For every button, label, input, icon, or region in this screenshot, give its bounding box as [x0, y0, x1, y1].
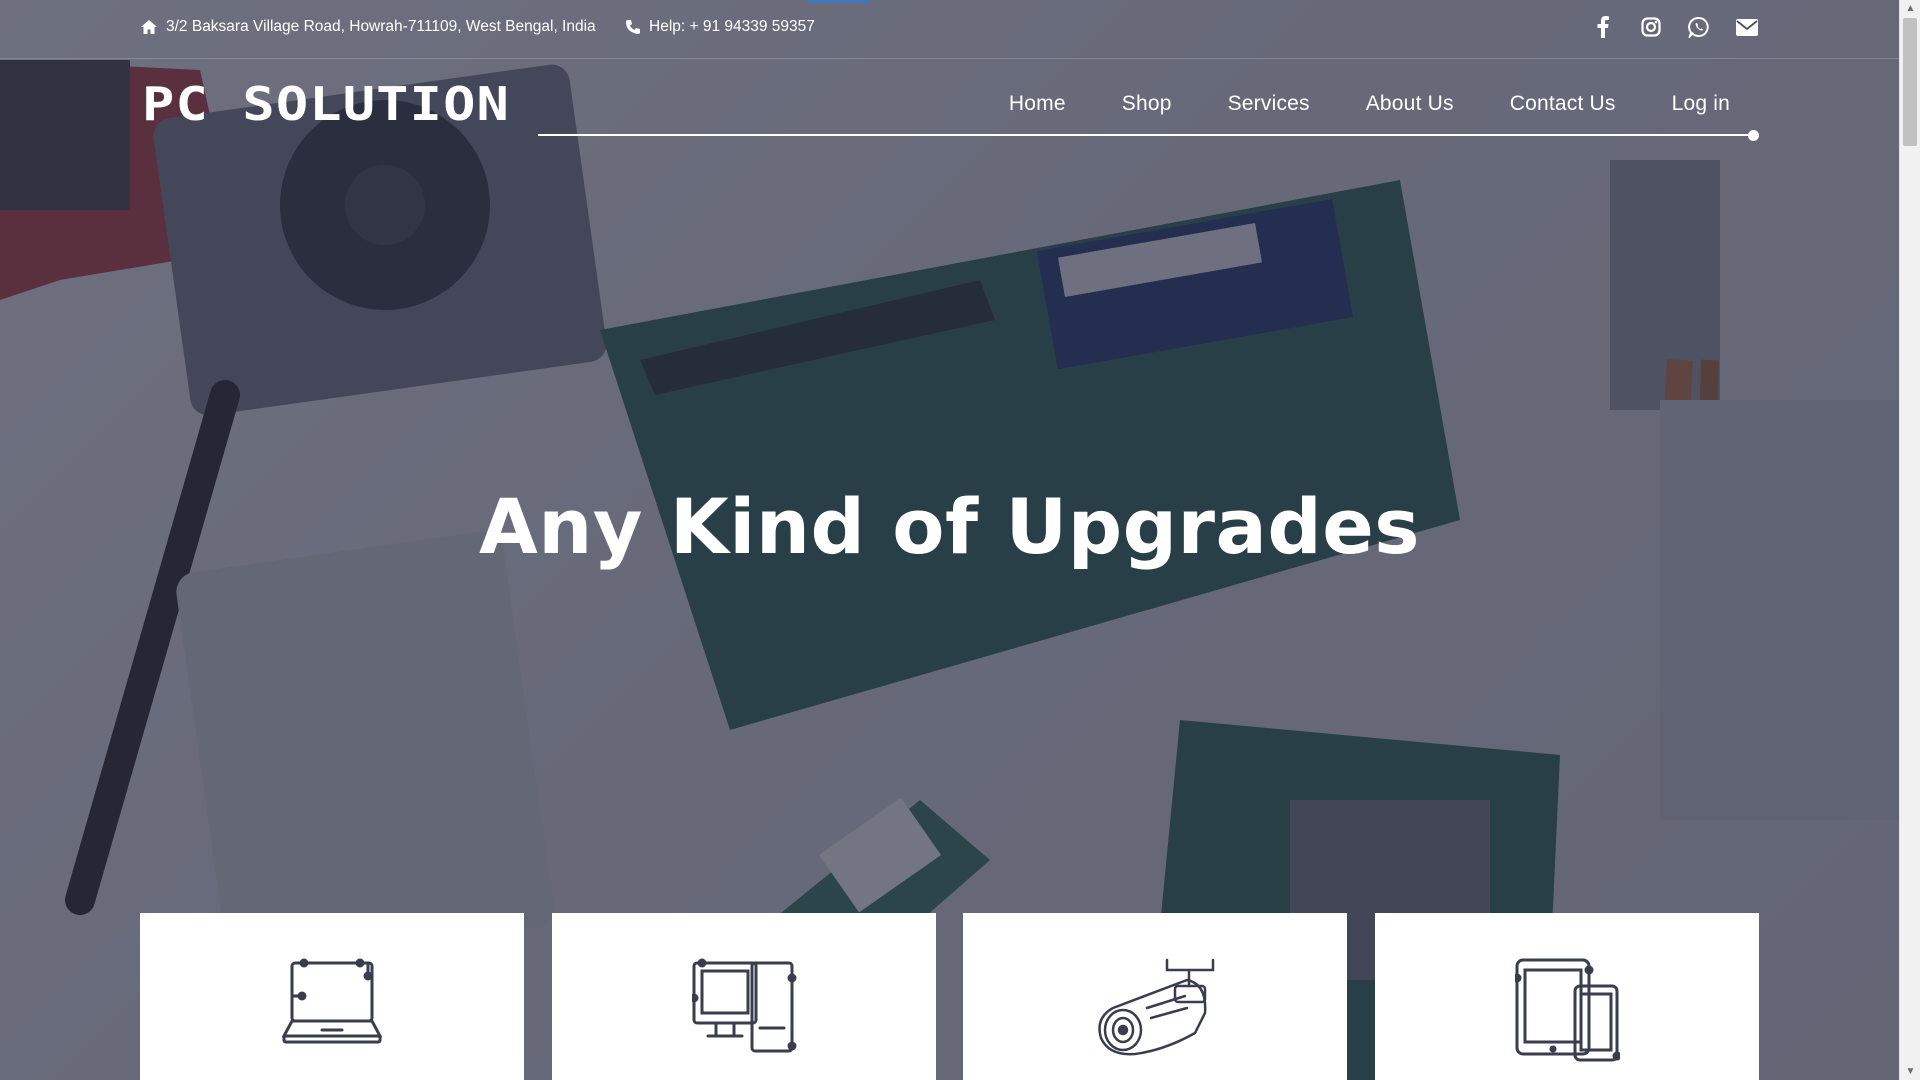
- page-scrollbar[interactable]: ▲ ▼: [1899, 0, 1920, 1080]
- tablet-phone-icon: [1514, 958, 1620, 1062]
- address-text: 3/2 Baksara Village Road, Howrah-711109,…: [166, 18, 596, 35]
- site-logo[interactable]: PC SOLUTION: [142, 77, 512, 131]
- nav-log-in[interactable]: Log in: [1672, 92, 1730, 116]
- scroll-up-arrow-icon[interactable]: ▲: [1900, 0, 1920, 17]
- scroll-down-arrow-icon[interactable]: ▼: [1900, 1063, 1920, 1080]
- nav-home[interactable]: Home: [1009, 92, 1066, 116]
- scroll-thumb[interactable]: [1903, 18, 1917, 146]
- social-links: [1591, 15, 1759, 39]
- phone-text[interactable]: Help: + 91 94339 59357: [649, 18, 815, 36]
- envelope-icon[interactable]: [1735, 15, 1759, 39]
- nav-shop[interactable]: Shop: [1122, 92, 1172, 116]
- nav-about-us[interactable]: About Us: [1366, 92, 1454, 116]
- logo-text: PC SOLUTION: [142, 84, 510, 126]
- service-card-cctv[interactable]: [963, 913, 1347, 1080]
- nav-services[interactable]: Services: [1228, 92, 1310, 116]
- address-info: 3/2 Baksara Village Road, Howrah-711109,…: [140, 18, 596, 36]
- service-card-laptop[interactable]: [140, 913, 524, 1080]
- main-navigation: Home Shop Services About Us Contact Us L…: [953, 92, 1730, 116]
- nav-underline: [538, 134, 1755, 136]
- page-loader-indicator: [808, 0, 869, 2]
- laptop-icon: [282, 958, 382, 1044]
- cctv-camera-icon: [1098, 958, 1215, 1056]
- hero-headline: Any Kind of Upgrades: [478, 482, 1421, 571]
- home-icon: [141, 20, 157, 34]
- nav-underline-dot: [1748, 130, 1759, 141]
- facebook-icon[interactable]: [1591, 15, 1615, 39]
- instagram-icon[interactable]: [1639, 15, 1663, 39]
- phone-icon: [626, 20, 640, 34]
- whatsapp-icon[interactable]: [1687, 15, 1711, 39]
- service-card-desktop[interactable]: [552, 913, 936, 1080]
- service-card-tablet[interactable]: [1375, 913, 1759, 1080]
- pc-solution-logo: PC SOLUTION: [142, 77, 510, 131]
- nav-contact-us[interactable]: Contact Us: [1510, 92, 1616, 116]
- top-info-bar: 3/2 Baksara Village Road, Howrah-711109,…: [0, 0, 1899, 59]
- phone-info: Help: + 91 94339 59357: [625, 18, 815, 36]
- desktop-devices-icon: [691, 958, 796, 1053]
